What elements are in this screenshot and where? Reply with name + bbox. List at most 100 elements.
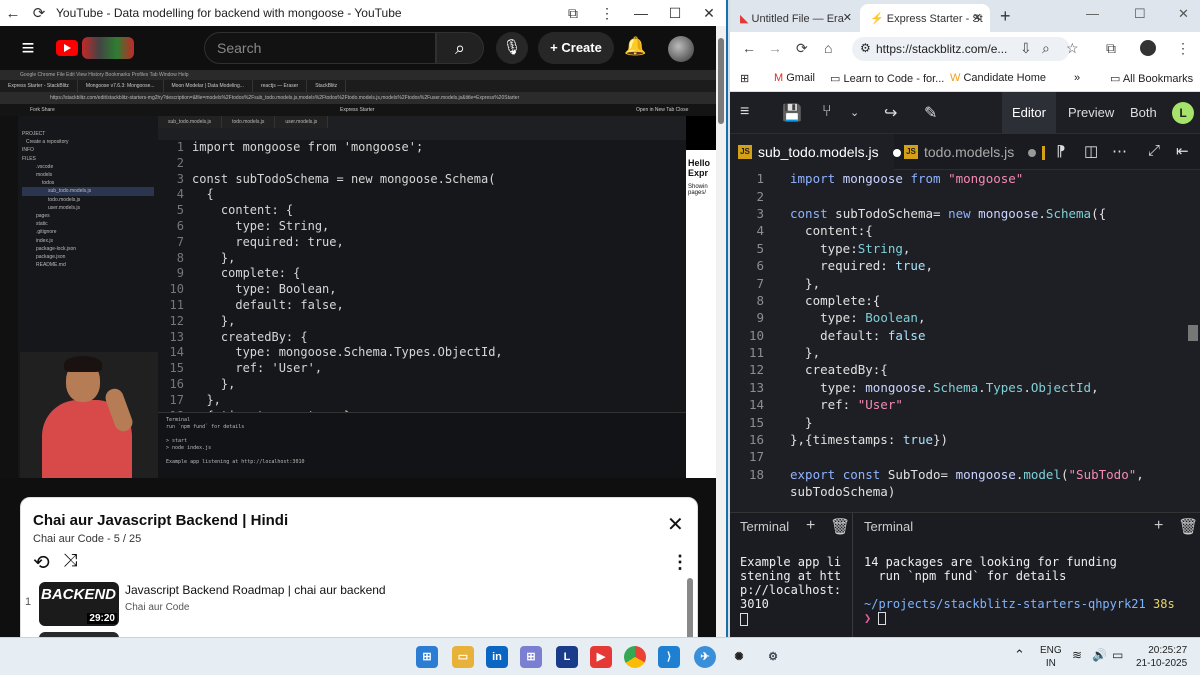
file-tab-todo[interactable]: JS todo.models.js — [896, 134, 1037, 170]
close-button[interactable]: ✕ — [692, 5, 726, 22]
profile-avatar[interactable] — [1140, 40, 1156, 56]
user-avatar[interactable]: L — [1172, 102, 1194, 124]
share-icon[interactable]: ↪ — [884, 103, 897, 123]
edit-pencil-icon[interactable]: ✎ — [924, 103, 937, 123]
trash-icon[interactable]: 🗑 — [1178, 517, 1198, 537]
more-menu-icon[interactable]: ⋮ — [590, 5, 624, 22]
chevron-down-icon[interactable]: ⌄ — [850, 106, 859, 119]
open-external-icon[interactable]: ⤢ — [1148, 142, 1160, 159]
hamburger-menu-icon[interactable]: ≡ — [740, 103, 749, 121]
bookmark-label: Learn to Code - for... — [843, 73, 945, 85]
playlist-title[interactable]: Chai aur Javascript Backend | Hindi — [33, 512, 288, 529]
browser-tab-eraser[interactable]: ◣ Untitled File — Era ✕ — [730, 4, 860, 32]
more-actions-icon[interactable]: ⋯ — [1112, 142, 1127, 160]
hamburger-menu-icon[interactable]: ≡ — [0, 35, 56, 61]
playlist-item-channel[interactable]: Chai aur Code — [125, 602, 189, 613]
chrome-icon[interactable] — [624, 646, 646, 668]
back-arrow-icon[interactable]: ← — [742, 40, 756, 56]
youtube-app-icon[interactable]: ▶ — [590, 646, 612, 668]
all-bookmarks-folder[interactable]: ▭ All Bookmarks — [1110, 72, 1193, 85]
bookmark-candidate-home[interactable]: W Candidate Home — [950, 72, 1046, 84]
maximize-button[interactable]: ☐ — [1134, 6, 1146, 22]
url-field[interactable]: ⚙ https://stackblitz.com/e... — [852, 37, 1070, 61]
shuffle-icon[interactable]: ⤨ — [63, 550, 77, 571]
file-tab-sub-todo[interactable]: JS sub_todo.models.js — [730, 134, 901, 170]
both-toggle-button[interactable]: Both — [1130, 105, 1157, 120]
clock[interactable]: 20:25:27 21-10-2025 — [1136, 644, 1187, 670]
loop-icon[interactable]: ⟲ — [33, 550, 50, 575]
vscode-icon[interactable]: ⟩ — [658, 646, 680, 668]
browser-tab-stackblitz[interactable]: ⚡ Express Starter - St ✕ — [860, 4, 990, 32]
create-button[interactable]: + Create — [538, 32, 614, 64]
format-icon[interactable]: ⁋ — [1056, 142, 1066, 160]
playlist-scrollbar[interactable] — [687, 578, 693, 637]
collapse-panel-icon[interactable]: ⇤ — [1176, 142, 1189, 160]
file-tab-label: todo.models.js — [924, 144, 1015, 160]
notifications-bell-icon[interactable]: 🔔 — [624, 36, 646, 57]
minimize-button[interactable]: — — [624, 5, 658, 21]
terminal-divider[interactable] — [852, 513, 853, 637]
chatgpt-icon[interactable]: ✺ — [728, 646, 750, 668]
apps-grid-icon[interactable]: ⊞ — [740, 72, 749, 85]
youtube-logo-icon[interactable] — [56, 40, 78, 56]
maximize-button[interactable]: ☐ — [658, 5, 692, 22]
install-app-icon[interactable]: ⇩ — [1020, 40, 1032, 57]
search-button[interactable]: ⌕ — [436, 32, 484, 64]
store-icon[interactable]: ⊞ — [520, 646, 542, 668]
settings-gear-icon[interactable]: ⚙ — [762, 646, 784, 668]
video-player[interactable]: Google Chrome File Edit View History Boo… — [0, 70, 716, 478]
fork-icon[interactable]: ⑂ — [822, 103, 832, 121]
trash-icon[interactable]: 🗑 — [830, 517, 850, 537]
add-terminal-icon[interactable]: + — [1154, 517, 1163, 535]
editor-toggle-button[interactable]: Editor — [1002, 92, 1056, 134]
save-icon[interactable]: 💾 — [782, 103, 802, 123]
new-tab-button[interactable]: + — [990, 6, 1021, 32]
minimize-button[interactable]: — — [1086, 6, 1099, 21]
file-explorer-icon[interactable]: ▭ — [452, 646, 474, 668]
volume-icon[interactable]: 🔊 — [1092, 649, 1107, 662]
playlist-item-title[interactable]: Javascript Backend Roadmap | chai aur ba… — [125, 583, 386, 597]
bookmark-gmail[interactable]: M Gmail — [774, 72, 815, 84]
scrollbar-thumb[interactable] — [718, 38, 724, 124]
unsaved-dot-icon[interactable] — [1028, 149, 1037, 157]
code-token: Types — [985, 379, 1024, 395]
preview-toggle-button[interactable]: Preview — [1068, 105, 1114, 120]
more-options-icon[interactable]: ⋮ — [671, 552, 689, 573]
battery-icon[interactable]: ▭ — [1112, 649, 1123, 662]
tab-close-icon[interactable]: ✕ — [843, 11, 852, 24]
bookmarks-overflow-icon[interactable]: » — [1074, 72, 1080, 84]
close-icon[interactable]: ✕ — [667, 512, 684, 537]
terminal-prompt-line[interactable]: ❯ — [864, 611, 887, 625]
split-editor-icon[interactable]: ◫ — [1084, 142, 1098, 160]
wifi-icon[interactable]: ≋ — [1072, 649, 1082, 662]
language-indicator[interactable]: ENG IN — [1040, 644, 1062, 670]
linkedin-icon[interactable]: in — [486, 646, 508, 668]
bookmark-star-icon[interactable]: ☆ — [1066, 40, 1079, 57]
editor-scrollbar-thumb[interactable] — [1188, 325, 1198, 341]
extensions-icon[interactable]: ⧉ — [556, 5, 590, 22]
tray-chevron-up-icon[interactable]: ⌃ — [1014, 648, 1025, 661]
zoom-icon[interactable]: ⌕ — [1042, 40, 1050, 57]
page-scrollbar[interactable] — [716, 26, 726, 637]
bookmark-learn-to-code[interactable]: ▭ Learn to Code - for... — [830, 72, 944, 85]
site-info-icon[interactable]: ⚙ — [860, 41, 871, 55]
playlist-item-thumbnail[interactable]: BACKEND 29:20 — [39, 582, 119, 626]
add-terminal-icon[interactable]: + — [806, 517, 815, 535]
search-input[interactable]: Search — [204, 32, 436, 64]
mic-icon[interactable]: 🎙 — [496, 32, 528, 64]
reload-icon[interactable]: ⟳ — [26, 4, 52, 22]
extensions-icon[interactable]: ⧉ — [1106, 40, 1116, 57]
youtube-doodle[interactable] — [82, 37, 134, 59]
account-avatar[interactable] — [668, 36, 694, 62]
forward-arrow-icon[interactable]: → — [768, 40, 782, 56]
home-icon[interactable]: ⌂ — [824, 40, 832, 56]
globe-app-icon[interactable]: ✈ — [694, 646, 716, 668]
tab-close-icon[interactable]: ✕ — [973, 11, 982, 24]
back-arrow-icon[interactable]: ← — [0, 5, 26, 22]
close-button[interactable]: ✕ — [1178, 6, 1189, 22]
code-editor[interactable]: 1 import mongoose from "mongoose" 2 3 const … — [730, 170, 1200, 512]
l-app-icon[interactable]: L — [556, 646, 578, 668]
start-icon[interactable]: ⊞ — [416, 646, 438, 668]
more-menu-icon[interactable]: ⋮ — [1176, 40, 1190, 57]
reload-icon[interactable]: ⟳ — [796, 40, 808, 57]
